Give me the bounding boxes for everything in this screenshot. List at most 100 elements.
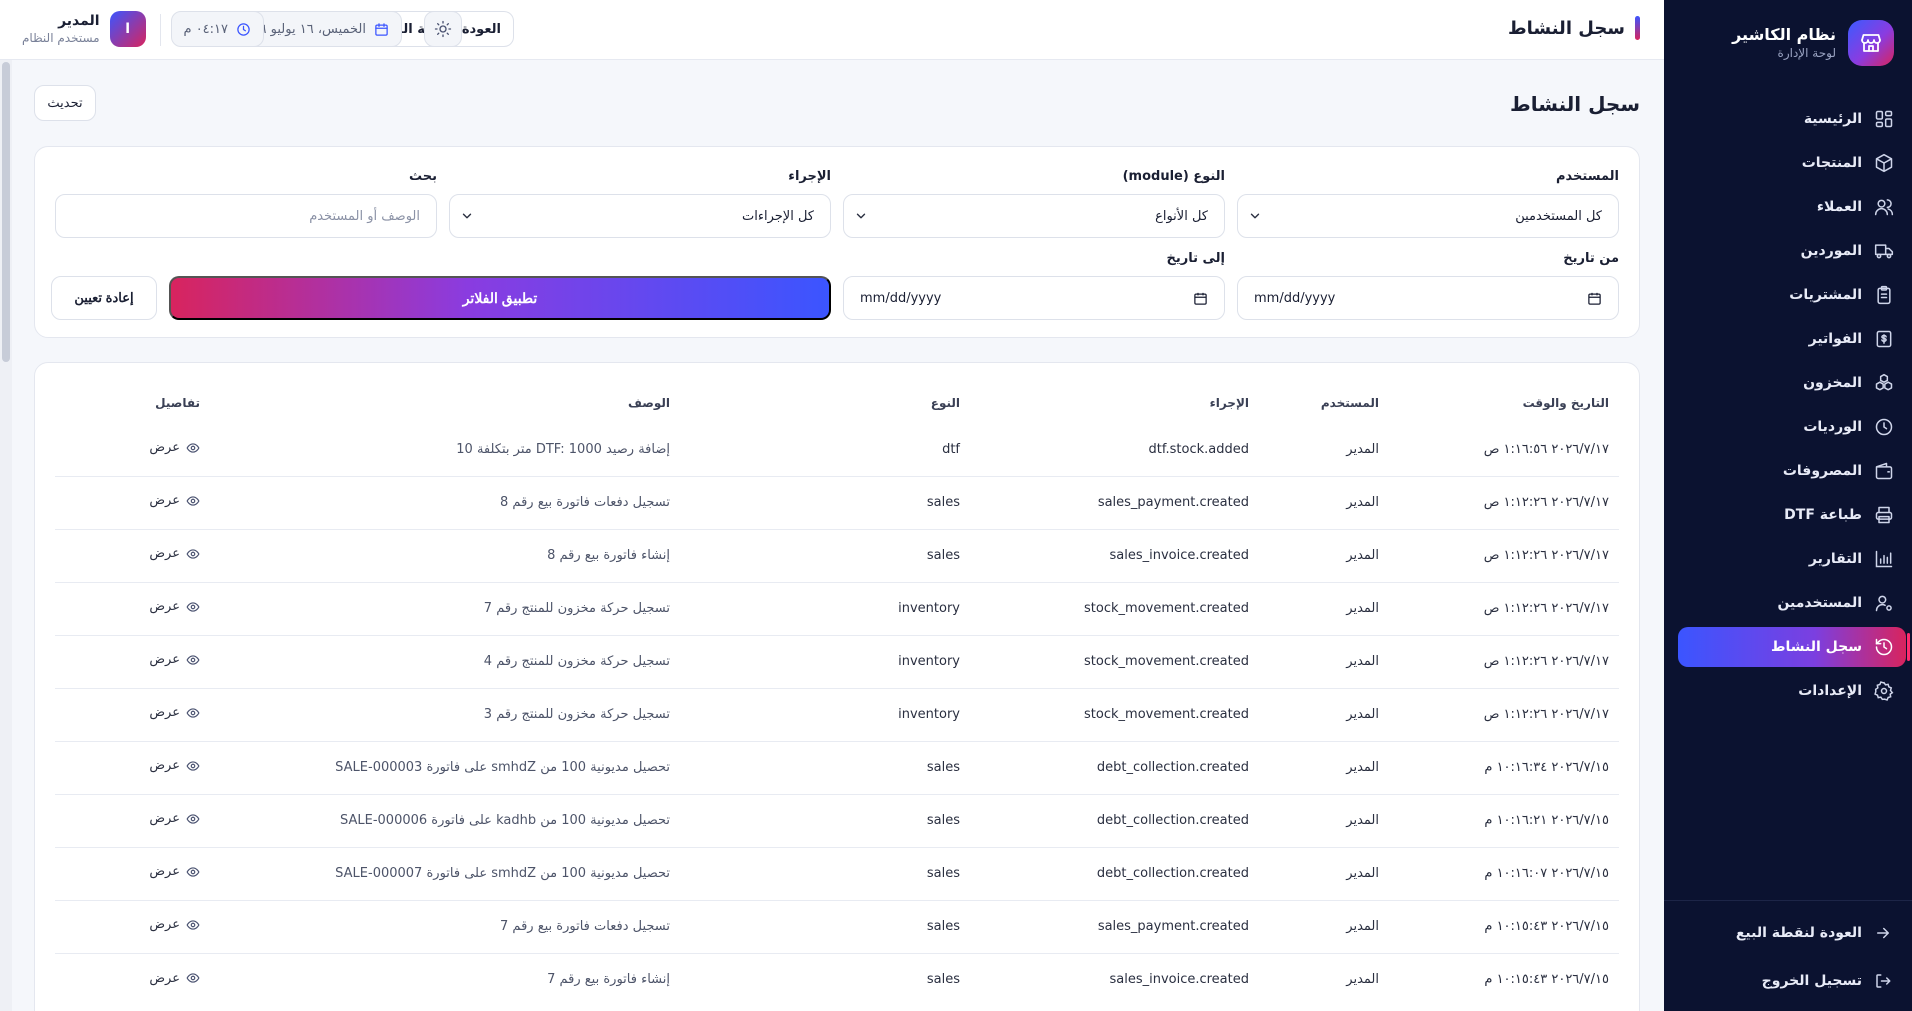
- col-description: الوصف: [627, 396, 670, 410]
- cell-details: عرض: [55, 634, 210, 688]
- time-display: ٠٤:١٧ م: [170, 11, 264, 47]
- truck-icon: [1874, 244, 1894, 259]
- cell-description: إضافة رصيد DTF: 1000 متر بتكلفة 10: [456, 441, 670, 457]
- wallet-icon: [1875, 462, 1893, 480]
- user-info: المدير مستخدم النظام: [22, 12, 100, 46]
- module-filter-label: النوع (module): [1122, 169, 1225, 184]
- user-filter-label: المستخدم: [1556, 169, 1619, 184]
- refresh-button[interactable]: تحديث: [34, 85, 96, 121]
- eye-icon: [186, 655, 200, 665]
- user-role: مستخدم النظام: [22, 31, 100, 45]
- view-details-link[interactable]: عرض: [149, 440, 200, 455]
- sidebar-item-customers[interactable]: العملاء: [1678, 187, 1906, 227]
- cell-user: المدير: [1259, 846, 1389, 900]
- view-details-link[interactable]: عرض: [149, 652, 200, 667]
- view-details-link[interactable]: عرض: [149, 864, 200, 879]
- cell-details: عرض: [55, 740, 210, 794]
- cell-description: إنشاء فاتورة بيع رقم 7: [210, 952, 680, 1006]
- cell-type: sales: [680, 899, 970, 953]
- cell-type: sales: [680, 528, 970, 582]
- sidebar-item-products[interactable]: المنتجات: [1678, 143, 1906, 183]
- view-details-link[interactable]: عرض: [149, 811, 200, 826]
- sidebar-item-expenses[interactable]: المصروفات: [1678, 451, 1906, 491]
- scrollbar-thumb[interactable]: [2, 62, 10, 362]
- view-label: عرض: [149, 811, 180, 827]
- cell-type: sales: [680, 740, 970, 794]
- view-details-link[interactable]: عرض: [149, 705, 200, 720]
- cell-datetime: ٢٠٢٦/٧/١٧ ١:١٢:٢٦ ص: [1389, 528, 1619, 582]
- calendar-icon[interactable]: [1587, 291, 1602, 306]
- user-menu[interactable]: ا المدير مستخدم النظام: [22, 11, 146, 47]
- brand: نظام الكاشير لوحة الإدارة: [1732, 20, 1894, 66]
- table-row: ٢٠٢٦/٧/١٧ ١:١٦:٥٦ ص المدير dtf.stock.added…: [55, 423, 1619, 476]
- table-header-row: التاريخ والوقت المستخدم الإجراء النوع ال…: [55, 383, 1619, 423]
- cell-datetime: ٢٠٢٦/٧/١٥ ١٠:١٥:٤٣ م: [1389, 899, 1619, 953]
- sidebar-item-reports[interactable]: التقارير: [1678, 539, 1906, 579]
- arrow-right-icon: [1877, 927, 1889, 939]
- sidebar-item-suppliers[interactable]: الموردين: [1678, 231, 1906, 271]
- eye-icon: [186, 496, 200, 506]
- box-icon: [1875, 153, 1893, 173]
- search-label: بحث: [408, 169, 437, 184]
- view-details-link[interactable]: عرض: [149, 599, 200, 614]
- sidebar-item-label: المخزون: [1803, 375, 1862, 391]
- action-filter-select[interactable]: كل الإجراءات: [449, 194, 831, 238]
- cell-details: عرض: [55, 899, 210, 953]
- cell-action: debt_collection.created: [970, 740, 1259, 794]
- view-details-link[interactable]: عرض: [149, 758, 200, 773]
- cell-user: المدير: [1259, 740, 1389, 794]
- activity-table: التاريخ والوقت المستخدم الإجراء النوع ال…: [55, 383, 1619, 1006]
- col-details: تفاصيل: [155, 396, 200, 410]
- module-filter-select[interactable]: كل الأنواع: [843, 194, 1225, 238]
- eye-icon: [186, 867, 200, 877]
- header-title-text: سجل النشاط: [1507, 17, 1625, 39]
- sidebar-item-home[interactable]: الرئيسية: [1678, 99, 1906, 139]
- back-to-pos-label: العودة لنقطة البيع: [1735, 925, 1862, 941]
- theme-toggle-button[interactable]: [424, 11, 462, 47]
- reset-filters-button[interactable]: إعادة تعيين: [51, 276, 157, 320]
- table-row: ٢٠٢٦/٧/١٧ ١:١٢:٢٦ ص المدير stock_movement.…: [55, 687, 1619, 741]
- sidebar-item-label: التقارير: [1808, 551, 1862, 567]
- cell-details: عرض: [55, 423, 210, 476]
- view-details-link[interactable]: عرض: [149, 546, 200, 561]
- sidebar-item-label: الإعدادات: [1798, 683, 1862, 699]
- table-row: ٢٠٢٦/٧/١٧ ١:١٢:٢٦ ص المدير sales_payment.c…: [55, 475, 1619, 529]
- view-label: عرض: [149, 599, 180, 615]
- table-row: ٢٠٢٦/٧/١٧ ١:١٢:٢٦ ص المدير stock_movement.…: [55, 581, 1619, 635]
- calendar-icon[interactable]: [1193, 291, 1208, 306]
- sidebar-nav: الرئيسية المنتجات العملاء الموردين المشت…: [1664, 99, 1912, 715]
- sidebar-item-invoices[interactable]: الفواتير: [1678, 319, 1906, 359]
- heading-accent-bar: [1635, 16, 1640, 40]
- calendar-icon: [375, 22, 388, 36]
- view-label: عرض: [149, 758, 180, 774]
- view-label: عرض: [149, 493, 180, 509]
- view-details-link[interactable]: عرض: [149, 971, 200, 986]
- sidebar-item-activity-log[interactable]: سجل النشاط: [1678, 627, 1910, 667]
- printer-icon: [1875, 506, 1893, 524]
- from-date-input[interactable]: mm/dd/yyyy: [1237, 276, 1619, 320]
- col-datetime: التاريخ والوقت: [1522, 396, 1609, 410]
- logout-button[interactable]: تسجيل الخروج: [1762, 972, 1892, 990]
- sidebar-item-dtf-print[interactable]: طباعة DTF: [1678, 495, 1906, 535]
- sidebar-item-purchases[interactable]: المشتريات: [1678, 275, 1906, 315]
- to-date-input[interactable]: mm/dd/yyyy: [843, 276, 1225, 320]
- user-filter-select[interactable]: كل المستخدمين: [1237, 194, 1619, 238]
- sidebar-item-users[interactable]: المستخدمين: [1678, 583, 1906, 623]
- view-details-link[interactable]: عرض: [149, 493, 200, 508]
- sidebar-item-label: طباعة DTF: [1784, 507, 1862, 523]
- sidebar-back-to-pos-button[interactable]: العودة لنقطة البيع: [1736, 924, 1892, 942]
- cell-action: sales_invoice.created: [970, 952, 1259, 1006]
- logout-icon: [1876, 974, 1891, 988]
- sidebar-item-inventory[interactable]: المخزون: [1678, 363, 1906, 403]
- search-input[interactable]: الوصف أو المستخدم: [55, 194, 437, 238]
- cell-type: inventory: [680, 581, 970, 635]
- sidebar-item-settings[interactable]: الإعدادات: [1678, 671, 1906, 711]
- apply-filters-button[interactable]: تطبيق الفلاتر: [169, 276, 831, 320]
- cell-description: تحصيل مديونية 100 من smhdZ على فاتورة SA…: [210, 740, 680, 794]
- sidebar-item-shifts[interactable]: الورديات: [1678, 407, 1906, 447]
- sidebar-divider: [1664, 900, 1912, 901]
- page-scrollbar[interactable]: [0, 60, 12, 1011]
- chart-icon: [1875, 550, 1893, 568]
- view-details-link[interactable]: عرض: [149, 917, 200, 932]
- chevron-down-icon: [856, 213, 866, 219]
